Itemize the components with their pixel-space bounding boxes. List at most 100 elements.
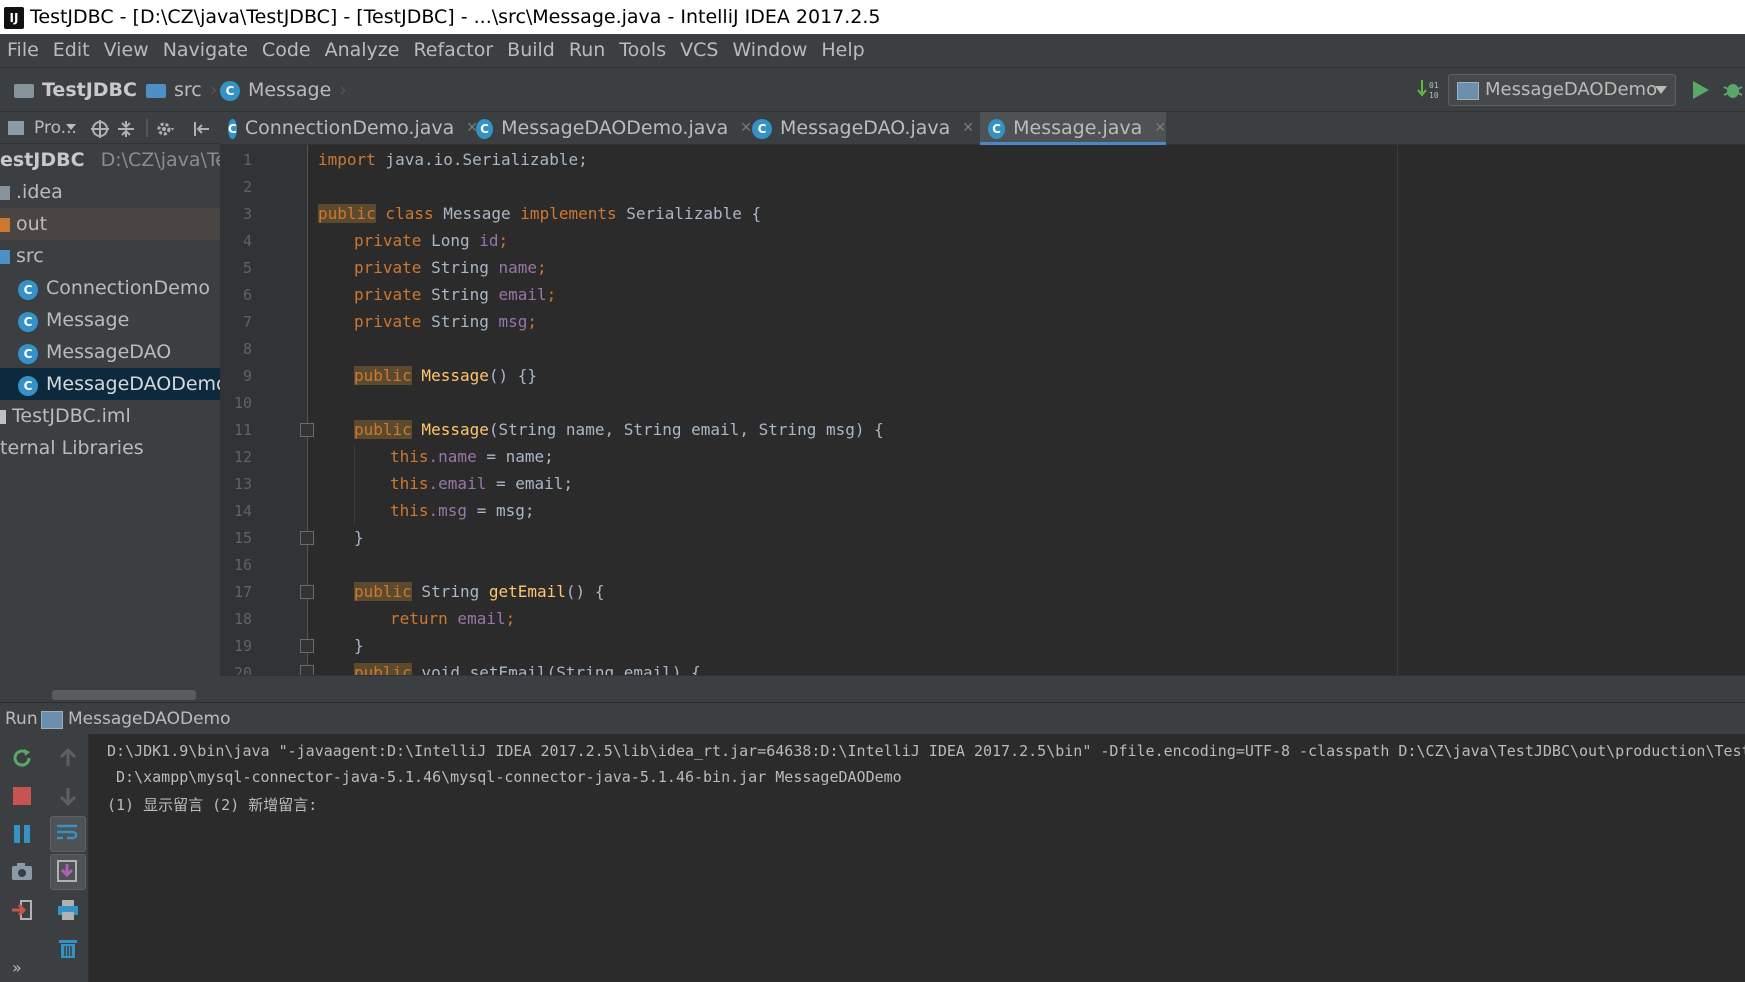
run-panel-config-tab[interactable]: MessageDAODemo [68,703,231,735]
rerun-icon[interactable] [10,746,34,770]
exit-icon[interactable] [10,898,34,922]
line-number: 11 [233,421,252,439]
fold-marker-icon[interactable] [300,665,314,675]
menu-build[interactable]: Build [500,34,562,67]
tree-item-label: src [16,245,44,267]
run-configuration-dropdown[interactable]: MessageDAODemo [1448,74,1676,106]
fold-marker-icon[interactable] [300,423,314,437]
code-editor[interactable]: 1 2 3 4 5 6 7 8 9 10 11 12 13 14 15 16 1… [220,145,1745,675]
tree-root-path: D:\CZ\java\TestJI [100,149,220,171]
code-line-11: public Message(String name, String email… [354,420,884,439]
line-number: 18 [233,610,252,628]
line-number: 19 [233,637,252,655]
console-line: D:\JDK1.9\bin\java "-javaagent:D:\Intell… [107,742,1745,760]
breadcrumb-project[interactable]: TestJDBC › [14,68,161,113]
tree-root-project[interactable]: estJDBC D:\CZ\java\TestJI [0,144,220,176]
line-number: 1 [242,151,252,169]
arrow-down-icon[interactable] [56,784,80,808]
code-line-9: public Message() {} [354,366,538,385]
folder-icon [0,185,10,200]
class-icon: C [988,118,1006,139]
breadcrumb-file[interactable]: C Message › [220,68,355,113]
tab-label: MessageDAO.java [780,117,951,139]
breadcrumb-file-label: Message [248,79,332,101]
project-panel-scrollbar[interactable] [52,690,196,700]
menu-refactor[interactable]: Refactor [406,34,500,67]
menu-edit[interactable]: Edit [46,34,97,67]
code-line-4: private Long id; [354,231,509,250]
trash-icon[interactable] [56,936,80,960]
code-line-7: private String msg; [354,312,538,331]
line-number: 12 [233,448,252,466]
camera-icon[interactable] [10,860,34,884]
tab-messagedaodemo[interactable]: C MessageDAODemo.java ✕ [468,112,752,145]
menu-bar: File Edit View Navigate Code Analyze Refactor B… [0,34,1745,67]
menu-window[interactable]: Window [725,34,814,67]
class-icon: C [476,118,494,139]
vcs-update-icon[interactable]: 01 10 [1417,78,1439,102]
code-line-20: public void setEmail(String email) { [318,663,701,675]
line-number: 7 [242,313,252,331]
project-tool-window: Pro... estJDBC D:\CZ\java\TestJI .idea o… [0,112,220,702]
project-panel-toolbar: Pro... [0,112,220,144]
tab-connectiondemo[interactable]: C ConnectionDemo.java ✕ [220,112,478,145]
menu-help[interactable]: Help [814,34,871,67]
tree-item-label: out [16,213,48,235]
breadcrumb-folder[interactable]: src › [146,68,225,113]
tree-item-messagedao[interactable]: C MessageDAO [0,336,220,368]
tree-item-label: ternal Libraries [0,437,144,459]
more-actions-icon[interactable]: » [12,956,36,980]
menu-tools[interactable]: Tools [612,34,673,67]
scroll-to-end-toggle[interactable] [50,854,86,890]
tree-item-iml[interactable]: TestJDBC.iml [0,400,220,432]
navigation-bar: TestJDBC › src › C Message › 0110 Messag… [0,67,1745,112]
tab-messagedao[interactable]: C MessageDAO.java ✕ [744,112,976,145]
tree-item-label: .idea [16,181,63,203]
menu-navigate[interactable]: Navigate [156,34,255,67]
tree-item-idea[interactable]: .idea [0,176,220,208]
menu-analyze[interactable]: Analyze [318,34,407,67]
debug-icon[interactable] [1722,78,1744,102]
print-icon[interactable] [56,898,80,922]
run-icon[interactable] [1690,78,1712,102]
editor-horizontal-scrollbar[interactable] [220,675,1745,702]
tree-item-message[interactable]: C Message [0,304,220,336]
tab-message[interactable]: C Message.java ✕ [980,112,1166,145]
tree-item-messagedaodemo[interactable]: C MessageDAODemo [0,368,220,400]
window-title-bar: IJ TestJDBC - [D:\CZ\java\TestJDBC] - [Te… [0,0,1745,34]
tree-item-label: ConnectionDemo [46,277,210,299]
code-line-15: } [354,528,364,547]
code-line-6: private String email; [354,285,557,304]
code-line-12: this.name = name; [390,447,554,466]
tree-item-label: MessageDAODemo [46,373,220,395]
console-line: D:\xampp\mysql-connector-java-5.1.46\mys… [107,768,902,786]
menu-view[interactable]: View [97,34,156,67]
pause-icon[interactable] [10,822,34,846]
svg-text:01: 01 [1429,81,1439,90]
console-output[interactable]: D:\JDK1.9\bin\java "-javaagent:D:\Intell… [89,734,1745,982]
tree-item-src[interactable]: src [0,240,220,272]
close-icon[interactable]: ✕ [962,112,974,145]
fold-marker-icon[interactable] [300,639,314,653]
tree-item-out[interactable]: out [0,208,220,240]
menu-file[interactable]: File [0,34,46,67]
menu-vcs[interactable]: VCS [673,34,725,67]
tab-label: MessageDAODemo.java [501,117,729,139]
tree-item-external-libraries[interactable]: ternal Libraries [0,432,220,464]
arrow-up-icon[interactable] [56,746,80,770]
class-icon: C [228,118,237,139]
fold-marker-icon[interactable] [300,585,314,599]
tree-item-connectiondemo[interactable]: C ConnectionDemo [0,272,220,304]
menu-run[interactable]: Run [562,34,612,67]
close-icon[interactable]: ✕ [1154,112,1166,145]
breadcrumb-folder-label: src [174,79,202,101]
soft-wrap-toggle[interactable] [50,816,86,852]
fold-marker-icon[interactable] [300,531,314,545]
line-number: 2 [242,178,252,196]
stop-icon[interactable] [10,784,34,808]
code-line-17: public String getEmail() { [354,582,605,601]
menu-code[interactable]: Code [255,34,318,67]
chevron-down-icon [1655,86,1667,94]
project-view-icon [8,121,24,135]
class-icon: C [18,312,38,332]
